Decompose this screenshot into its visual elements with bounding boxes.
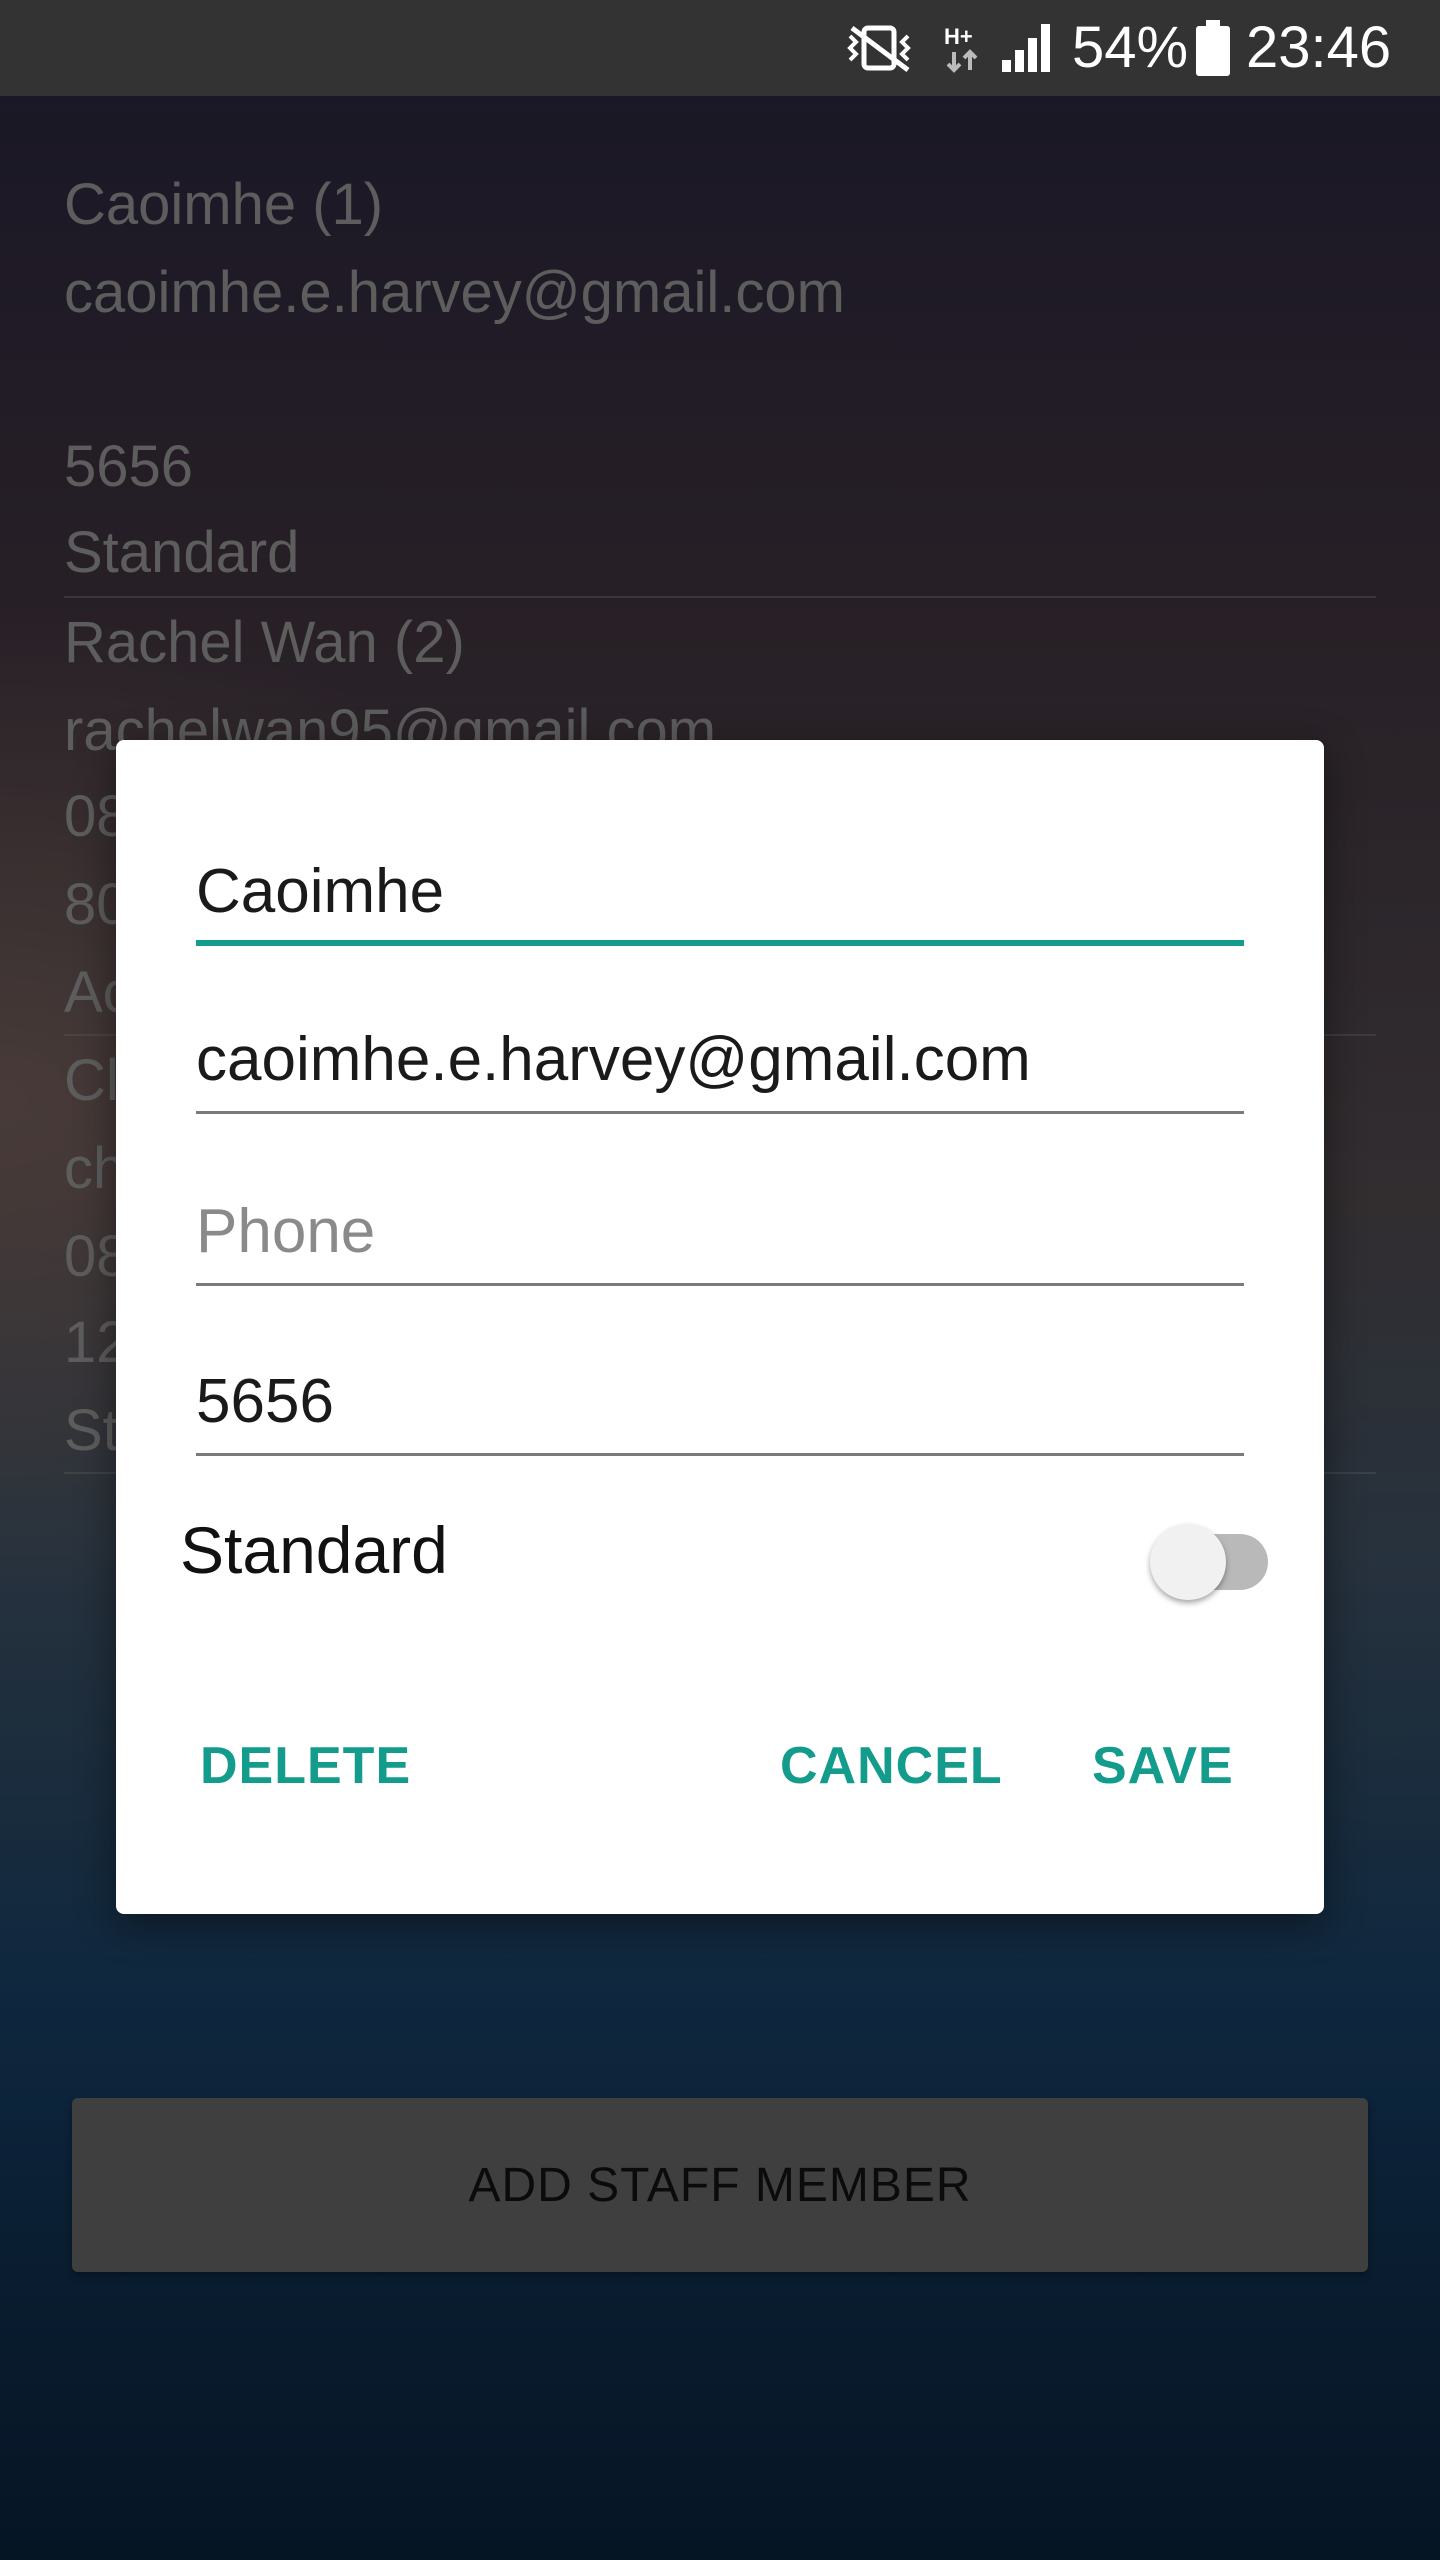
clock: 23:46: [1246, 15, 1392, 80]
toggle-thumb: [1150, 1524, 1226, 1600]
network-type-text: H+: [944, 24, 973, 49]
pin-value: 5656: [196, 1367, 334, 1436]
standard-toggle-row: Standard: [180, 1500, 1268, 1610]
name-value: Caoimhe: [196, 857, 445, 926]
delete-button[interactable]: DELETE: [200, 1716, 411, 1816]
name-field[interactable]: Caoimhe: [196, 846, 1244, 946]
email-field-underline: [196, 1111, 1244, 1114]
save-button[interactable]: SAVE: [1092, 1716, 1234, 1816]
name-field-underline: [196, 940, 1244, 946]
cancel-button[interactable]: CANCEL: [780, 1716, 1003, 1816]
phone-field-underline: [196, 1283, 1244, 1286]
edit-staff-dialog: Caoimhe caoimhe.e.harvey@gmail.com Phone…: [116, 740, 1324, 1914]
signal-icon: [1000, 22, 1054, 79]
phone-placeholder: Phone: [196, 1197, 376, 1266]
vibrate-mute-icon: [842, 22, 916, 79]
phone-field[interactable]: Phone: [196, 1186, 1244, 1286]
network-hplus-icon: H+: [944, 24, 984, 79]
email-field[interactable]: caoimhe.e.harvey@gmail.com: [196, 1014, 1244, 1114]
pin-field[interactable]: 5656: [196, 1356, 1244, 1456]
standard-toggle-switch[interactable]: [1150, 1512, 1276, 1600]
battery-icon: [1196, 20, 1230, 81]
status-bar: H+ 54% 23:46: [0, 0, 1440, 96]
email-value: caoimhe.e.harvey@gmail.com: [196, 1025, 1031, 1094]
pin-field-underline: [196, 1453, 1244, 1456]
standard-toggle-label: Standard: [180, 1513, 448, 1587]
battery-percent: 54%: [1072, 15, 1189, 80]
